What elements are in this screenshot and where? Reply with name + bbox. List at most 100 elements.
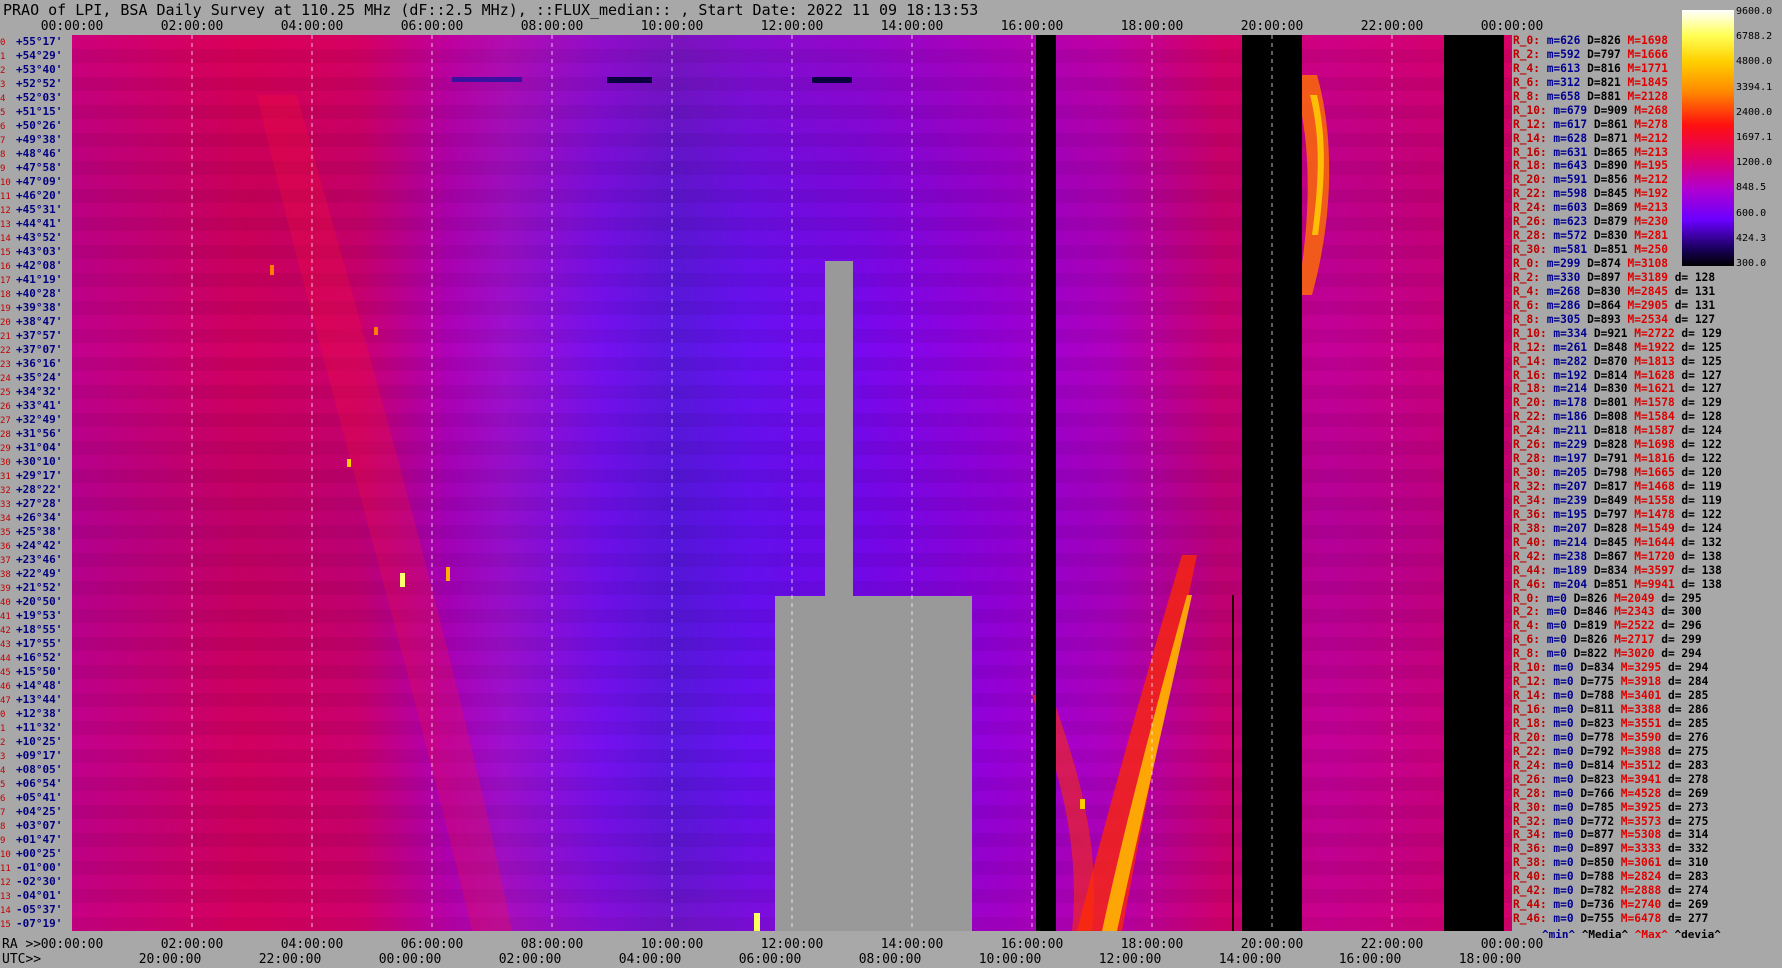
stats-row: R_22: m=598 D=845 M=192 — [1513, 187, 1681, 201]
stats-min: m=0 — [1539, 591, 1567, 605]
stats-min: m=658 — [1539, 89, 1581, 103]
colorbar-gradient — [1682, 10, 1734, 266]
declination-index: 10 — [0, 850, 11, 860]
vertical-line — [1232, 595, 1234, 931]
stats-min: m=0 — [1546, 884, 1574, 898]
stats-deviation: d= 122 — [1674, 507, 1722, 521]
declination-label: 22 +37°07' — [0, 344, 62, 357]
stats-label: R_16: — [1513, 145, 1547, 159]
stats-max: M=2049 — [1607, 591, 1655, 605]
stats-median: D=874 — [1580, 257, 1621, 270]
declination-label: 31 +29°17' — [0, 470, 62, 483]
declination-value: +31°04' — [16, 441, 63, 454]
stats-row: R_16: m=192 D=814 M=1628 d= 127 — [1513, 369, 1722, 383]
stats-label: R_46: — [1513, 577, 1547, 591]
declination-index: 8 — [0, 822, 6, 832]
stats-median: D=788 — [1573, 689, 1615, 703]
stats-label: R_22: — [1513, 410, 1547, 424]
stats-label: R_10: — [1513, 103, 1547, 117]
stats-median: D=849 — [1587, 493, 1628, 507]
stats-row: R_32: m=0 D=772 M=3573 d= 275 — [1513, 815, 1708, 829]
stats-label: R_44: — [1513, 898, 1547, 912]
stats-row: R_16: m=631 D=865 M=213 — [1513, 146, 1681, 160]
stats-max: M=230 — [1627, 215, 1668, 229]
stats-row: R_24: m=211 D=818 M=1587 d= 124 — [1513, 424, 1722, 438]
stats-min: m=598 — [1546, 187, 1588, 201]
stats-max: M=3551 — [1614, 716, 1662, 730]
declination-index: 11 — [0, 192, 11, 202]
stats-median: D=791 — [1587, 452, 1628, 466]
declination-label: 40 +20°50' — [0, 596, 62, 609]
declination-label: 35 +25°38' — [0, 526, 62, 539]
declination-label: 13 +44°41' — [0, 218, 62, 231]
declination-index: 2 — [0, 66, 6, 76]
stats-max: M=213 — [1627, 201, 1668, 215]
declination-label: 18 +40°28' — [0, 288, 62, 301]
declination-value: +52°52' — [16, 77, 63, 90]
stats-deviation: d= 276 — [1661, 730, 1709, 744]
stats-row: R_4: m=613 D=816 M=1771 — [1513, 62, 1681, 76]
declination-index: 30 — [0, 458, 11, 468]
declination-index: 41 — [0, 612, 11, 622]
point-source-3 — [754, 913, 760, 931]
stats-deviation: d= 125 — [1674, 354, 1722, 368]
stats-median: D=909 — [1587, 103, 1628, 117]
stats-median: D=864 — [1580, 298, 1621, 312]
declination-label: 11 -01°00' — [0, 862, 62, 875]
declination-index: 45 — [0, 668, 11, 678]
stats-row: R_4: m=0 D=819 M=2522 d= 296 — [1513, 619, 1702, 633]
stats-median: D=808 — [1587, 410, 1628, 424]
stats-label: R_30: — [1513, 466, 1547, 480]
stats-median: D=766 — [1573, 786, 1615, 800]
declination-index: 13 — [0, 220, 11, 230]
declination-value: +38°47' — [16, 315, 63, 328]
stats-median: D=816 — [1580, 61, 1621, 75]
declination-index: 14 — [0, 234, 11, 244]
declination-label: 12 +45°31' — [0, 204, 62, 217]
declination-label: 5 +51°15' — [0, 106, 62, 119]
stats-max: M=1621 — [1627, 382, 1675, 396]
declination-index: 5 — [0, 108, 6, 118]
declination-label: 17 +41°19' — [0, 274, 62, 287]
stats-row: R_40: m=0 D=788 M=2824 d= 283 — [1513, 870, 1708, 884]
stats-deviation: d= 138 — [1674, 577, 1722, 591]
stats-min: m=0 — [1546, 786, 1574, 800]
stats-min: m=592 — [1539, 47, 1581, 61]
stats-label: R_8: — [1513, 647, 1540, 661]
stats-row: R_30: m=0 D=785 M=3925 d= 273 — [1513, 801, 1708, 815]
stats-max: M=1468 — [1627, 480, 1675, 493]
declination-label: 25 +34°32' — [0, 386, 62, 399]
declination-index: 10 — [0, 178, 11, 188]
utc-tick: 00:00:00 — [378, 952, 442, 967]
stats-panel: R_0: m=626 D=826 M=1698 R_2: m=592 D=797 … — [1513, 34, 1722, 939]
stats-deviation: d= 132 — [1674, 535, 1722, 549]
stats-min: m=238 — [1546, 549, 1588, 563]
stats-median: D=834 — [1573, 661, 1615, 675]
stats-row: R_4: m=268 D=830 M=2845 d= 131 — [1513, 284, 1715, 299]
stats-min: m=0 — [1546, 758, 1574, 772]
declination-index: 0 — [0, 38, 6, 48]
stats-label: R_18: — [1513, 159, 1547, 173]
stats-max: M=281 — [1627, 229, 1668, 243]
stats-median: D=830 — [1580, 284, 1621, 298]
declination-index: 9 — [0, 836, 6, 846]
stats-max: M=1813 — [1627, 354, 1675, 368]
declination-value: +31°56' — [16, 427, 63, 440]
bottom-ra-tick: 14:00:00 — [880, 937, 944, 952]
declination-value: +12°38' — [16, 707, 63, 720]
stats-label: R_30: — [1513, 243, 1547, 257]
declination-label: 11 +46°20' — [0, 190, 62, 203]
stats-row: R_26: m=0 D=823 M=3941 d= 278 — [1513, 773, 1708, 787]
declination-value: +55°17' — [16, 35, 63, 48]
declination-label: 0 +12°38' — [0, 708, 62, 721]
declination-index: 6 — [0, 122, 6, 132]
colorbar: 9600.0 6788.2 4800.0 3394.1 2400.0 1697.1 1200… — [1680, 6, 1782, 269]
stats-row: R_0: m=626 D=826 M=1698 — [1513, 34, 1681, 48]
utc-tick: 14:00:00 — [1218, 952, 1282, 967]
declination-label: 9 +01°47' — [0, 834, 62, 847]
stats-max: M=2343 — [1607, 605, 1655, 619]
stats-label: R_46: — [1513, 912, 1547, 926]
stats-max: M=3388 — [1614, 703, 1662, 716]
declination-index: 28 — [0, 430, 11, 440]
declination-index: 40 — [0, 598, 11, 608]
